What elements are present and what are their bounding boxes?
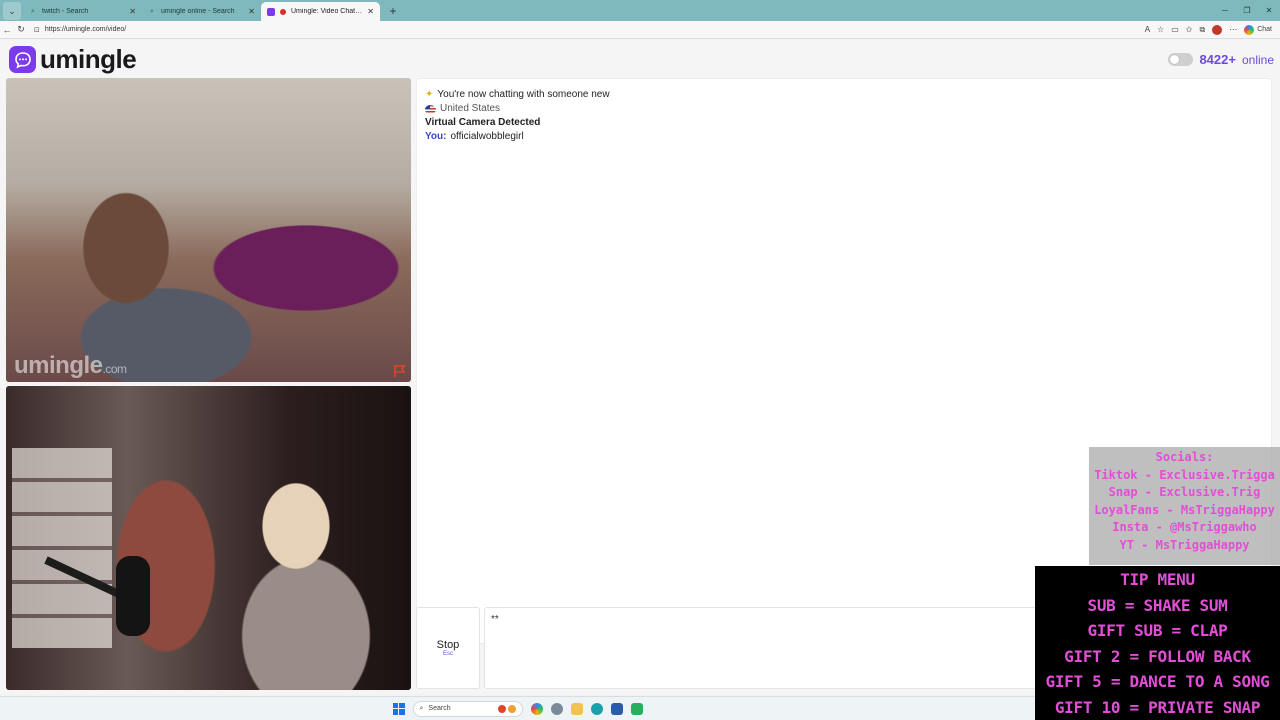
- socials-line: YT - MsTriggaHappy: [1119, 537, 1250, 552]
- chat-notice-text: Virtual Camera Detected: [425, 117, 541, 128]
- copilot-app-icon[interactable]: [530, 702, 543, 715]
- chat-notice-line: Virtual Camera Detected: [425, 116, 1263, 130]
- taskbar-search-label: Search: [428, 705, 451, 712]
- back-icon[interactable]: ←: [0, 25, 14, 35]
- copilot-chat-button[interactable]: Chat: [1244, 24, 1272, 35]
- tip-menu-overlay: TIP MENU SUB = SHAKE SUM GIFT SUB = CLAP…: [1035, 566, 1280, 720]
- chat-bubble-logo-icon: [9, 46, 36, 73]
- socials-line: Snap - Exclusive.Trig: [1108, 485, 1261, 499]
- tip-menu-item: GIFT 10 = PRIVATE SNAP: [1054, 697, 1261, 717]
- windows-start-icon[interactable]: [392, 702, 405, 715]
- address-bar: ← ↻ ⊡ https://umingle.com/video/ A ☆ ▭ ✩…: [0, 21, 1280, 39]
- chat-intro-line: ✦ You're now chatting with someone new: [425, 88, 1263, 102]
- url-text: https://umingle.com/video/: [44, 26, 127, 33]
- window-controls: ─ ❐ ✕: [1214, 0, 1280, 21]
- tab-title: twitch - Search: [42, 8, 89, 15]
- copilot-icon: [1244, 24, 1255, 35]
- socials-line: Tiktok - Exclusive.Trigga: [1094, 467, 1275, 482]
- stop-button[interactable]: Stop Esc: [416, 607, 480, 689]
- store-app-icon[interactable]: [610, 702, 623, 715]
- refresh-icon[interactable]: ↻: [14, 24, 28, 35]
- microphone: [116, 556, 150, 636]
- sparkles-icon: ✦: [425, 89, 434, 100]
- socials-line: Insta - @MsTriggawho: [1112, 520, 1257, 534]
- tab-title: Umingle: Video Chat with Stra: [291, 8, 363, 15]
- tip-menu-item: SUB = SHAKE SUM: [1087, 595, 1228, 615]
- windows-taskbar: ⌕ Search: [0, 696, 1035, 720]
- search-highlight-icon: [497, 704, 516, 713]
- search-icon: ⌕: [31, 7, 35, 15]
- socials-overlay: Socials: Tiktok - Exclusive.Trigga Snap …: [1089, 447, 1280, 565]
- tip-menu-item: GIFT SUB = CLAP: [1087, 621, 1228, 640]
- socials-heading: Socials:: [1155, 450, 1214, 464]
- chat-country-text: United States: [440, 103, 501, 114]
- close-window-icon[interactable]: ✕: [1258, 0, 1280, 21]
- url-field[interactable]: ⊡ https://umingle.com/video/: [34, 26, 1145, 34]
- report-flag-icon[interactable]: [393, 364, 407, 378]
- file-explorer-icon[interactable]: [570, 702, 583, 715]
- collections-icon[interactable]: ⧉: [1199, 25, 1205, 35]
- tip-menu-item: GIFT 5 = DANCE TO A SONG: [1045, 672, 1270, 691]
- chat-country-line: United States: [425, 102, 1263, 116]
- browser-toolbar: A ☆ ▭ ✩ ⧉ ⋯ Chat: [1145, 24, 1280, 35]
- close-icon[interactable]: ✕: [129, 7, 136, 16]
- theme-toggle[interactable]: [1168, 53, 1194, 66]
- chat-message-text: officialwobblegirl: [450, 131, 524, 142]
- online-status: 8422+ online: [1168, 52, 1274, 67]
- site-logo[interactable]: umingle: [9, 44, 137, 75]
- taskbar-search[interactable]: ⌕ Search: [412, 700, 523, 717]
- more-icon[interactable]: ⋯: [1229, 25, 1237, 34]
- favorites-icon[interactable]: ✩: [1186, 25, 1193, 34]
- edge-browser-icon[interactable]: [590, 702, 603, 715]
- minimize-icon[interactable]: ─: [1214, 0, 1236, 21]
- self-video: [6, 386, 411, 690]
- tip-menu-heading: TIP MENU: [1120, 570, 1195, 589]
- tab-title: umingle online - Search: [161, 8, 235, 15]
- new-tab-button[interactable]: +: [384, 2, 402, 20]
- tip-menu-item: GIFT 2 = FOLLOW BACK: [1064, 646, 1251, 666]
- browser-tab-umingle[interactable]: Umingle: Video Chat with Stra ✕: [261, 2, 380, 21]
- stop-shortcut-hint: Esc: [442, 651, 453, 657]
- us-flag-icon: [425, 104, 436, 114]
- tab-actions-menu-button[interactable]: ⌄: [3, 2, 21, 20]
- umingle-favicon: [267, 7, 275, 16]
- message-input[interactable]: **: [484, 607, 1044, 689]
- recording-indicator-icon: [280, 8, 286, 15]
- profile-avatar[interactable]: [1212, 24, 1223, 35]
- lock-icon[interactable]: ⊡: [34, 26, 40, 34]
- close-icon[interactable]: ✕: [367, 7, 374, 16]
- restore-icon[interactable]: ❐: [1236, 0, 1258, 21]
- online-label: online: [1241, 52, 1274, 67]
- online-count: 8422+: [1199, 52, 1236, 67]
- chat-button-label: Chat: [1257, 26, 1272, 33]
- split-screen-icon[interactable]: ▭: [1171, 25, 1179, 34]
- umingle-watermark: umingle.com: [14, 352, 127, 379]
- search-icon: ⌕: [150, 7, 154, 15]
- settings-app-icon[interactable]: [550, 702, 563, 715]
- chat-sender-label: You:: [425, 131, 447, 142]
- chat-intro-text: You're now chatting with someone new: [437, 89, 610, 100]
- favorite-star-icon[interactable]: ☆: [1157, 25, 1164, 34]
- socials-line: LoyalFans - MsTriggaHappy: [1094, 502, 1275, 517]
- chat-app-icon[interactable]: [630, 702, 643, 715]
- browser-tab-twitch-search[interactable]: ⌕ twitch - Search ✕: [23, 2, 142, 21]
- stranger-video: umingle.com: [6, 78, 411, 382]
- search-icon: ⌕: [419, 704, 424, 712]
- browser-tab-strip: ⌄ ⌕ twitch - Search ✕ ⌕ umingle online -…: [0, 0, 1280, 21]
- shoe-shelf: [12, 448, 112, 648]
- chat-message: You: officialwobblegirl: [425, 130, 1263, 144]
- stop-button-label: Stop: [436, 639, 460, 651]
- logo-text: umingle: [40, 44, 137, 74]
- read-aloud-icon[interactable]: A: [1145, 25, 1150, 34]
- close-icon[interactable]: ✕: [248, 7, 255, 16]
- browser-tab-umingle-search[interactable]: ⌕ umingle online - Search ✕: [142, 2, 261, 21]
